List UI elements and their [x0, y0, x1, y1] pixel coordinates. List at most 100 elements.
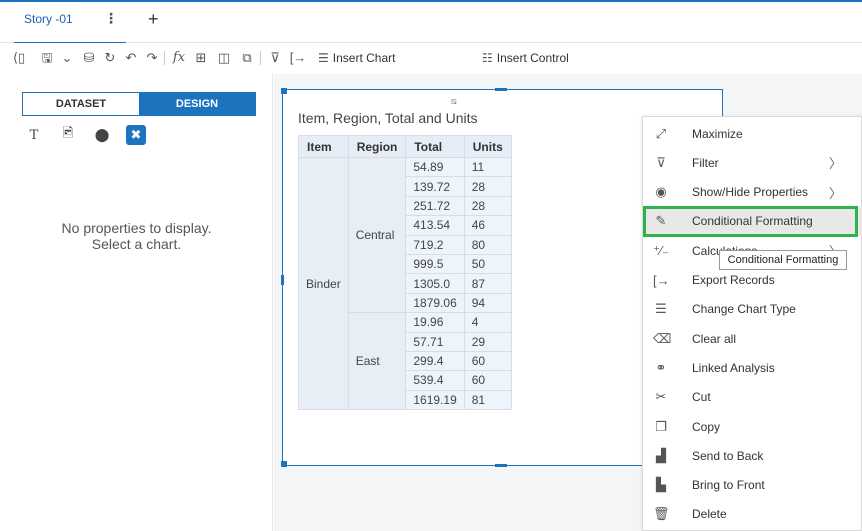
widget-title: Item, Region, Total and Units: [298, 110, 478, 126]
filter-icon[interactable]: ⊽: [266, 49, 284, 67]
menu-item-filter[interactable]: ⊽ Filter 〉: [643, 148, 862, 177]
expand-icon[interactable]: ⧅: [451, 96, 457, 107]
units-cell[interactable]: 50: [463, 253, 512, 275]
dataset-tab[interactable]: DATASET: [23, 93, 139, 115]
total-cell[interactable]: 57.71: [405, 331, 465, 352]
units-cell[interactable]: 4: [463, 312, 512, 333]
units-cell[interactable]: 60: [463, 370, 512, 391]
insert-chart-button[interactable]: ☰ Insert Chart: [318, 49, 395, 67]
context-menu: ⤢ Maximize ⊽ Filter 〉 ◉ Show/Hide Properties 〉 ✎…: [642, 116, 862, 531]
menu-item-clear-all[interactable]: ⌫ Clear all: [643, 324, 862, 353]
chevron-right-icon: 〉: [829, 185, 843, 201]
item-cell[interactable]: Binder: [298, 156, 349, 411]
menu-item-linked-analysis[interactable]: ⚭ Linked Analysis: [643, 353, 862, 382]
menu-item-copy[interactable]: ❐ Copy: [643, 412, 862, 441]
total-cell[interactable]: 999.5: [405, 253, 465, 275]
chart-type-icon: ☰: [655, 301, 667, 317]
tab-label: Story -01: [24, 12, 73, 26]
units-cell[interactable]: 94: [463, 292, 512, 314]
menu-item-label: Copy: [692, 419, 721, 434]
resize-handle[interactable]: [281, 275, 284, 285]
collapse-panel-icon[interactable]: ⟨▯: [10, 49, 28, 67]
total-cell[interactable]: 139.72: [405, 176, 465, 197]
group-icon[interactable]: ⧉: [238, 49, 256, 67]
total-cell[interactable]: 299.4: [405, 350, 465, 372]
image-icon[interactable]: 🖻: [58, 125, 78, 145]
menu-item-label: Linked Analysis: [692, 360, 775, 375]
design-tab[interactable]: DESIGN: [139, 93, 255, 115]
fit-width-icon[interactable]: ⊞: [192, 49, 210, 67]
menu-item-label: Change Chart Type: [692, 302, 796, 317]
save-dropdown-icon[interactable]: ⌄: [58, 49, 76, 67]
total-cell[interactable]: 413.54: [405, 215, 465, 236]
total-cell[interactable]: 1879.06: [405, 292, 465, 314]
menu-item-label: Bring to Front: [692, 478, 765, 493]
region-cell[interactable]: East: [347, 312, 407, 411]
region-cell[interactable]: Central: [347, 156, 407, 314]
eraser-icon: ⌫: [653, 330, 672, 346]
table-body: Binder Central 54.89 11 139.72 28 251.72 28 413.…: [298, 156, 512, 411]
menu-item-label: Clear all: [692, 331, 737, 346]
resize-handle[interactable]: [495, 88, 507, 91]
units-cell[interactable]: 11: [463, 156, 512, 178]
menu-item-delete[interactable]: 🗑 Delete: [643, 500, 862, 529]
resize-handle[interactable]: [281, 461, 287, 467]
menu-item-maximize[interactable]: ⤢ Maximize: [643, 119, 862, 148]
add-tab-icon[interactable]: +: [148, 9, 159, 30]
maximize-icon: ⤢: [655, 125, 667, 141]
send-to-back-icon: ▟: [656, 447, 666, 463]
formula-icon[interactable]: fx: [170, 49, 188, 67]
total-cell[interactable]: 19.96: [405, 312, 465, 333]
scissors-icon: ✂: [655, 389, 667, 405]
total-cell[interactable]: 1305.0: [405, 273, 465, 294]
total-cell[interactable]: 719.2: [405, 234, 465, 255]
tab-story-01[interactable]: Story -01 ⋮: [14, 4, 126, 44]
undo-icon[interactable]: ↶: [122, 49, 140, 67]
copy-icon: ❐: [655, 418, 667, 434]
tooltip: Conditional Formatting: [719, 250, 847, 270]
units-cell[interactable]: 81: [463, 389, 512, 411]
columns-icon[interactable]: ◫: [215, 49, 233, 67]
shape-icon[interactable]: ⬤: [92, 125, 112, 145]
total-cell[interactable]: 54.89: [405, 156, 465, 178]
units-cell[interactable]: 60: [463, 350, 512, 372]
tab-more-icon[interactable]: ⋮: [104, 10, 118, 27]
message-line-1: No properties to display.: [61, 220, 212, 236]
story-tab-bar: Story -01 ⋮ +: [0, 0, 862, 44]
redo-icon[interactable]: ↷: [143, 49, 161, 67]
text-icon[interactable]: T: [24, 125, 44, 145]
tools-icon[interactable]: ✖: [126, 125, 146, 145]
total-cell[interactable]: 1619.19: [405, 389, 465, 411]
menu-item-bring-to-front[interactable]: ▙ Bring to Front: [643, 471, 862, 500]
export-icon[interactable]: [→: [289, 49, 307, 67]
table-row: Binder Central 54.89 11: [298, 156, 512, 411]
units-cell[interactable]: 28: [463, 176, 512, 197]
resize-handle[interactable]: [495, 464, 507, 467]
insert-control-button[interactable]: ☷ Insert Control: [482, 49, 569, 67]
resize-handle[interactable]: [281, 88, 287, 94]
link-icon: ⚭: [655, 359, 667, 375]
units-cell[interactable]: 87: [463, 273, 512, 294]
menu-item-label: Filter: [692, 155, 719, 170]
units-cell[interactable]: 29: [463, 331, 512, 352]
refresh-icon[interactable]: ↻: [101, 49, 119, 67]
menu-item-show-hide-properties[interactable]: ◉ Show/Hide Properties 〉: [643, 178, 862, 207]
data-table: Item Region Total Units Binder Central 54.…: [298, 135, 512, 411]
column-header-units[interactable]: Units: [463, 135, 512, 158]
units-cell[interactable]: 80: [463, 234, 512, 255]
total-cell[interactable]: 251.72: [405, 195, 465, 217]
units-cell[interactable]: 46: [463, 215, 512, 236]
column-header-region[interactable]: Region: [347, 135, 407, 158]
units-cell[interactable]: 28: [463, 195, 512, 217]
dataset-icon[interactable]: ⛁: [80, 49, 98, 67]
total-cell[interactable]: 539.4: [405, 370, 465, 391]
menu-item-send-to-back[interactable]: ▟ Send to Back: [643, 441, 862, 470]
save-icon[interactable]: 🖫: [38, 49, 56, 67]
column-header-item[interactable]: Item: [298, 135, 349, 158]
column-header-total[interactable]: Total: [405, 135, 465, 158]
menu-item-change-chart-type[interactable]: ☰ Change Chart Type: [643, 295, 862, 324]
chevron-right-icon: 〉: [829, 156, 843, 172]
properties-panel: DATASET DESIGN T 🖻 ⬤ ✖ No properties to …: [0, 74, 273, 531]
menu-item-label: Cut: [692, 390, 711, 405]
menu-item-cut[interactable]: ✂ Cut: [643, 383, 862, 412]
